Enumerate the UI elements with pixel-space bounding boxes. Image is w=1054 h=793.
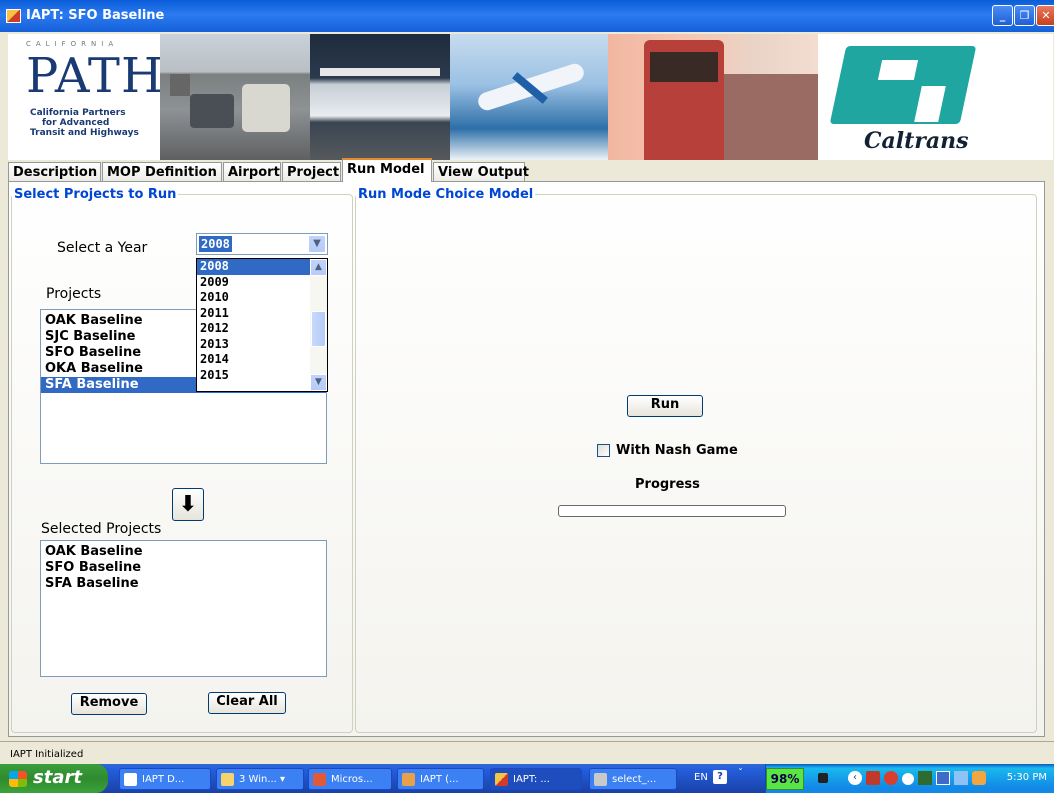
year-select[interactable]: 2008 ▼ (196, 233, 328, 255)
window-title: IAPT: SFO Baseline (26, 8, 165, 23)
status-bar: IAPT Initialized (0, 741, 1054, 764)
paint-icon (594, 773, 607, 786)
scroll-thumb[interactable] (311, 311, 326, 347)
scroll-down-icon[interactable]: ▼ (310, 374, 327, 391)
year-select-value: 2008 (199, 236, 232, 252)
train-photo (608, 34, 818, 160)
title-bar[interactable]: IAPT: SFO Baseline _ ❐ ✕ (0, 0, 1054, 32)
start-button[interactable]: start (0, 764, 108, 793)
path-tag-2: for Advanced (42, 118, 110, 128)
list-item[interactable]: SFO Baseline (41, 560, 326, 576)
network-icon[interactable] (866, 771, 880, 785)
path-tag-1: California Partners (30, 108, 126, 118)
year-option[interactable]: 2015 (197, 368, 327, 384)
taskbar-item[interactable]: IAPT D... (119, 768, 211, 790)
scroll-up-icon[interactable]: ▲ (310, 259, 327, 276)
selected-projects-label: Selected Projects (41, 521, 162, 537)
taskbar-item[interactable]: 3 Win... ▾ (216, 768, 304, 790)
path-tag-3: Transit and Highways (30, 128, 139, 138)
list-item[interactable]: SFA Baseline (41, 576, 326, 592)
ime-icon[interactable]: ˇ (738, 768, 743, 779)
clock[interactable]: 5:30 PM (1007, 772, 1047, 783)
help-icon[interactable]: ? (713, 770, 727, 784)
app-icon (402, 773, 415, 786)
year-option[interactable]: 2008 (197, 259, 327, 275)
taskbar-item-active[interactable]: IAPT: ... (490, 768, 582, 790)
path-logo: CALIFORNIA PATH California Partners for … (18, 38, 163, 156)
app-icon[interactable] (6, 9, 21, 23)
progress-label: Progress (635, 477, 700, 492)
progress-bar (558, 505, 786, 517)
year-dropdown-list[interactable]: 2008 2009 2010 2011 2012 2013 2014 2015 … (196, 258, 328, 392)
tab-view-output[interactable]: View Output (433, 162, 529, 181)
tab-run-model[interactable]: Run Model (342, 158, 432, 182)
taskbar-item[interactable]: IAPT (... (397, 768, 484, 790)
taskbar-item[interactable]: Micros... (308, 768, 392, 790)
windows-logo-icon (9, 771, 27, 787)
power-icon[interactable] (818, 773, 828, 783)
shield-icon[interactable] (884, 771, 898, 785)
year-option[interactable]: 2013 (197, 337, 327, 353)
year-option[interactable]: 2010 (197, 290, 327, 306)
year-option[interactable]: 2011 (197, 306, 327, 322)
path-logo-word: PATH (26, 48, 164, 104)
clear-all-button[interactable]: Clear All (208, 692, 286, 714)
chevron-left-icon[interactable]: ‹ (848, 771, 862, 785)
year-option[interactable]: 2009 (197, 275, 327, 291)
caltrans-logo: Caltrans (828, 42, 990, 154)
maximize-button[interactable]: ❐ (1014, 5, 1035, 26)
display-icon[interactable] (936, 771, 950, 785)
select-projects-legend: Select Projects to Run (14, 187, 177, 202)
taskbar: start IAPT D... 3 Win... ▾ Micros... IAP… (0, 764, 1054, 793)
tab-description[interactable]: Description (8, 162, 101, 181)
tab-airport[interactable]: Airport (223, 162, 281, 181)
run-mode-choice-group: Run Mode Choice Model (355, 187, 1037, 733)
caltrans-logo-text: Caltrans (864, 128, 969, 154)
document-icon (124, 773, 137, 786)
projects-label: Projects (46, 286, 102, 302)
year-label: Select a Year (57, 240, 148, 256)
taskbar-item[interactable]: select_... (589, 768, 677, 790)
powerpoint-icon (313, 773, 326, 786)
update-icon[interactable] (972, 771, 986, 785)
year-option[interactable]: 2012 (197, 321, 327, 337)
monitor-icon[interactable] (954, 771, 968, 785)
dropdown-scrollbar[interactable]: ▲ ▼ (310, 259, 327, 391)
airplane-photo (450, 34, 608, 160)
tab-project[interactable]: Project (282, 162, 341, 181)
traffic-photo (160, 34, 310, 160)
add-project-button[interactable]: ⬇ (172, 488, 204, 521)
start-label: start (33, 767, 82, 788)
nash-game-checkbox[interactable] (597, 444, 610, 457)
language-indicator[interactable]: EN (694, 772, 708, 783)
status-text: IAPT Initialized (10, 749, 84, 760)
run-button[interactable]: Run (627, 395, 703, 417)
year-option[interactable]: 2014 (197, 352, 327, 368)
bus-photo (310, 34, 450, 160)
folder-icon (221, 773, 234, 786)
remove-button[interactable]: Remove (71, 693, 147, 715)
path-logo-arc: CALIFORNIA (26, 40, 119, 48)
banner: CALIFORNIA PATH California Partners for … (8, 34, 1053, 160)
selected-projects-list[interactable]: OAK Baseline SFO Baseline SFA Baseline (40, 540, 327, 677)
system-tray: 98% ‹ 5:30 PM (765, 764, 1054, 793)
nash-game-label[interactable]: With Nash Game (616, 443, 738, 458)
battery-percentage[interactable]: 98% (766, 768, 804, 790)
search-icon[interactable] (902, 773, 914, 785)
tab-mop-definition[interactable]: MOP Definition (102, 162, 222, 181)
volume-icon[interactable] (918, 771, 932, 785)
list-item[interactable]: OAK Baseline (41, 544, 326, 560)
close-button[interactable]: ✕ (1036, 5, 1054, 26)
arrow-down-icon: ⬇ (178, 492, 198, 517)
run-mode-choice-legend: Run Mode Choice Model (358, 187, 534, 202)
iapt-icon (495, 773, 508, 786)
minimize-button[interactable]: _ (992, 5, 1013, 26)
chevron-down-icon[interactable]: ▼ (308, 235, 326, 253)
